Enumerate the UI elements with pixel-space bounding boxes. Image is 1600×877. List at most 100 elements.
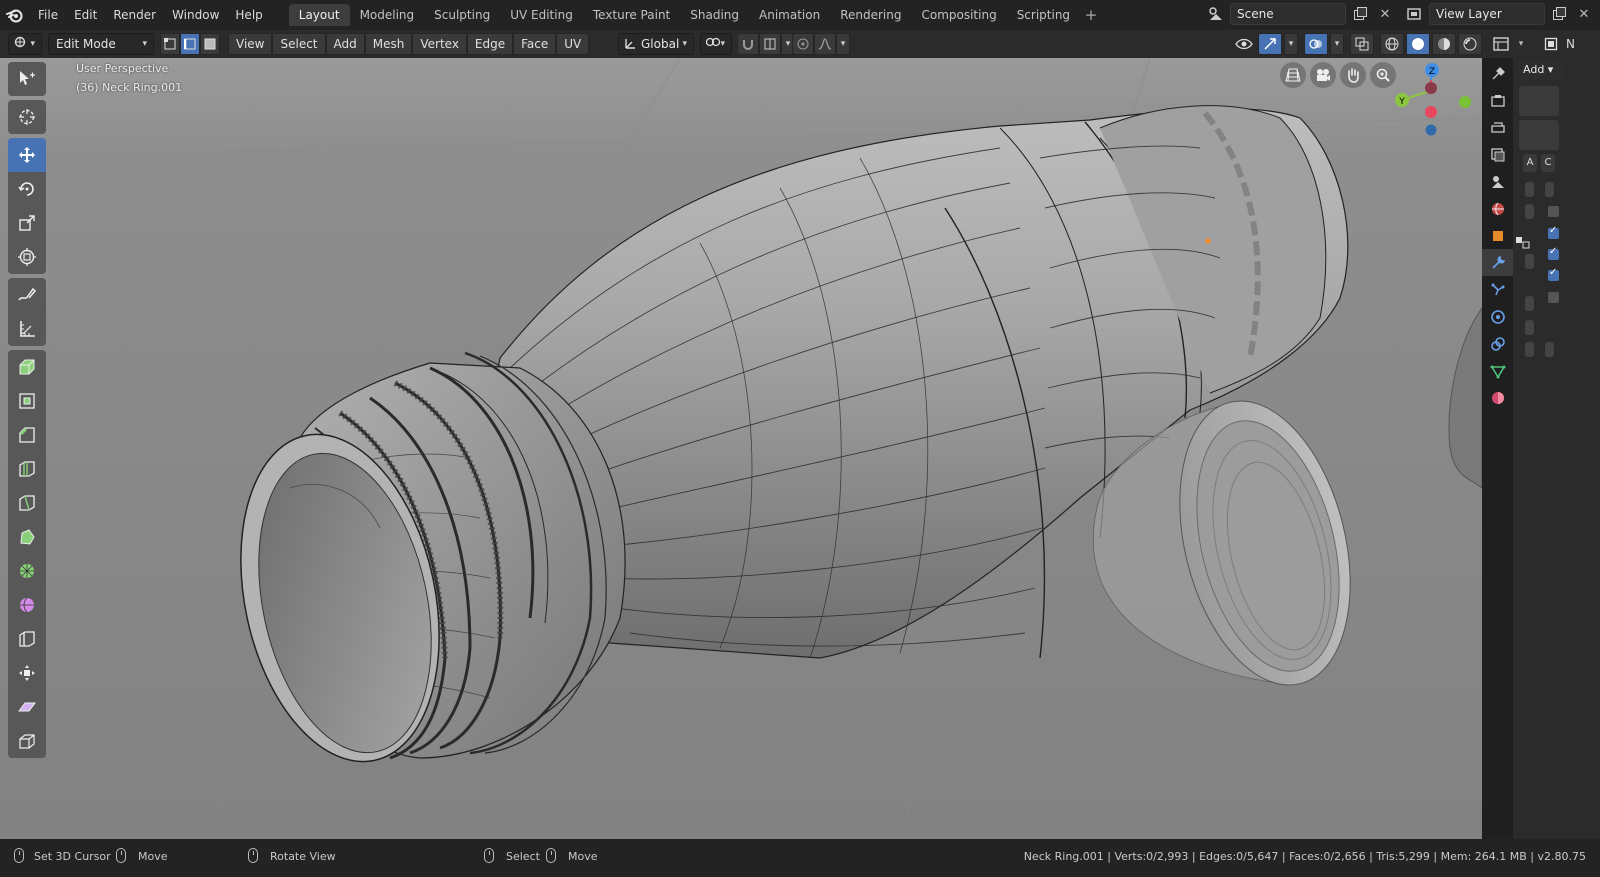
scene-name-field[interactable]: Scene xyxy=(1230,3,1346,25)
xray-toggle-icon[interactable] xyxy=(1350,33,1374,55)
menu-select[interactable]: Select xyxy=(272,33,326,55)
3d-viewport[interactable]: User Perspective (36) Neck Ring.001 Z Y xyxy=(0,58,1482,839)
camera-grid-icon[interactable] xyxy=(1280,62,1306,88)
smooth-tool-icon[interactable] xyxy=(8,588,46,622)
measure-tool-icon[interactable] xyxy=(8,312,46,346)
solid-shading-icon[interactable] xyxy=(1406,33,1430,55)
physics-tab-icon[interactable] xyxy=(1482,303,1513,330)
tab-shading[interactable]: Shading xyxy=(680,4,749,26)
bevel-tool-icon[interactable] xyxy=(8,418,46,452)
shrink-fatten-tool-icon[interactable] xyxy=(8,656,46,690)
menu-help[interactable]: Help xyxy=(227,0,270,30)
tab-sculpting[interactable]: Sculpting xyxy=(424,4,500,26)
properties-editor-icon[interactable] xyxy=(1490,33,1512,55)
inset-faces-tool-icon[interactable] xyxy=(8,384,46,418)
proportional-edit-icon[interactable] xyxy=(792,33,814,55)
menu-render[interactable]: Render xyxy=(105,0,164,30)
pin-toggle-icon[interactable] xyxy=(1540,33,1562,55)
pan-hand-icon[interactable] xyxy=(1340,62,1366,88)
delete-view-layer-icon[interactable]: ✕ xyxy=(1573,3,1595,25)
a-toggle[interactable]: A xyxy=(1523,154,1537,172)
material-tab-icon[interactable] xyxy=(1482,384,1513,411)
axis-gizmo[interactable]: Z Y xyxy=(1388,58,1478,140)
modifier-tab-icon[interactable] xyxy=(1482,249,1513,276)
falloff-icon[interactable] xyxy=(814,33,836,55)
knife-tool-icon[interactable] xyxy=(8,486,46,520)
material-shading-icon[interactable] xyxy=(1432,33,1456,55)
sidebar-n-label[interactable]: N xyxy=(1566,37,1575,51)
panel-field-1[interactable] xyxy=(1525,182,1534,197)
menu-mesh[interactable]: Mesh xyxy=(364,33,413,55)
neg-y-axis-icon[interactable] xyxy=(1459,96,1471,108)
snap-increment-icon[interactable] xyxy=(759,33,781,55)
scene-icon[interactable] xyxy=(1205,3,1227,25)
edge-select-icon[interactable] xyxy=(180,33,200,55)
add-workspace-icon[interactable]: + xyxy=(1080,6,1102,24)
annotate-tool-icon[interactable] xyxy=(8,278,46,312)
object-tab-icon[interactable] xyxy=(1482,222,1513,249)
select-box-tool-icon[interactable] xyxy=(8,62,46,96)
tool-settings-tab-icon[interactable] xyxy=(1482,60,1513,87)
edge-slide-tool-icon[interactable] xyxy=(8,622,46,656)
option-checkbox-2[interactable] xyxy=(1548,225,1559,239)
cursor-tool-icon[interactable] xyxy=(8,100,46,134)
menu-edge[interactable]: Edge xyxy=(466,33,514,55)
new-view-layer-icon[interactable] xyxy=(1548,3,1570,25)
tab-modeling[interactable]: Modeling xyxy=(350,4,425,26)
neg-x-axis-icon[interactable] xyxy=(1425,106,1437,118)
panel-field-2[interactable] xyxy=(1545,182,1554,197)
world-tab-icon[interactable] xyxy=(1482,195,1513,222)
panel-field-4[interactable] xyxy=(1525,254,1534,269)
add-modifier-button[interactable]: Add ▾ xyxy=(1519,60,1563,80)
rendered-shading-icon[interactable] xyxy=(1458,33,1482,55)
pivot-selector[interactable]: ▾ xyxy=(700,33,732,55)
menu-view[interactable]: View xyxy=(228,33,273,55)
blender-logo-icon[interactable] xyxy=(0,0,30,30)
tab-scripting[interactable]: Scripting xyxy=(1007,4,1080,26)
magnet-icon[interactable] xyxy=(737,33,759,55)
scene-tab-icon[interactable] xyxy=(1482,168,1513,195)
menu-window[interactable]: Window xyxy=(164,0,227,30)
mode-selector[interactable]: Edit Mode ▾ xyxy=(48,33,154,55)
gizmo-toggle-icon[interactable] xyxy=(1258,33,1282,55)
scale-tool-icon[interactable] xyxy=(8,206,46,240)
panel-field-7[interactable] xyxy=(1525,342,1534,357)
output-tab-icon[interactable] xyxy=(1482,114,1513,141)
panel-field-8[interactable] xyxy=(1545,342,1554,357)
tab-uv-editing[interactable]: UV Editing xyxy=(500,4,583,26)
overlays-chevron-icon[interactable]: ▾ xyxy=(1330,33,1344,55)
wireframe-shading-icon[interactable] xyxy=(1380,33,1404,55)
tab-rendering[interactable]: Rendering xyxy=(830,4,911,26)
menu-edit[interactable]: Edit xyxy=(66,0,105,30)
option-checkbox-4[interactable] xyxy=(1548,267,1559,281)
rotate-tool-icon[interactable] xyxy=(8,172,46,206)
menu-vertex[interactable]: Vertex xyxy=(412,33,467,55)
modifier-slot-1[interactable] xyxy=(1519,86,1559,116)
view-layer-tab-icon[interactable] xyxy=(1482,141,1513,168)
shear-tool-icon[interactable] xyxy=(8,690,46,724)
c-toggle[interactable]: C xyxy=(1541,154,1555,172)
panel-field-3[interactable] xyxy=(1525,204,1534,219)
tab-layout[interactable]: Layout xyxy=(288,4,350,26)
loop-cut-tool-icon[interactable] xyxy=(8,452,46,486)
overlays-toggle-icon[interactable] xyxy=(1304,33,1328,55)
extrude-tool-icon[interactable] xyxy=(8,350,46,384)
option-checkbox-1[interactable] xyxy=(1548,206,1559,217)
selected-vertex[interactable] xyxy=(1205,238,1211,244)
view-layer-field[interactable]: View Layer xyxy=(1429,3,1545,25)
render-tab-icon[interactable] xyxy=(1482,87,1513,114)
menu-face[interactable]: Face xyxy=(513,33,557,55)
neg-z-axis-icon[interactable] xyxy=(1425,124,1437,136)
visibility-eye-icon[interactable] xyxy=(1232,33,1256,55)
poly-build-tool-icon[interactable] xyxy=(8,520,46,554)
tab-animation[interactable]: Animation xyxy=(749,4,830,26)
option-checkbox-3[interactable] xyxy=(1548,246,1559,260)
menu-file[interactable]: File xyxy=(30,0,66,30)
panel-field-6[interactable] xyxy=(1525,320,1534,335)
view-layer-icon[interactable] xyxy=(1404,3,1426,25)
camera-view-icon[interactable] xyxy=(1310,62,1336,88)
properties-chevron-icon[interactable]: ▾ xyxy=(1516,33,1526,55)
tab-compositing[interactable]: Compositing xyxy=(911,4,1006,26)
particles-tab-icon[interactable] xyxy=(1482,276,1513,303)
face-select-icon[interactable] xyxy=(200,33,220,55)
